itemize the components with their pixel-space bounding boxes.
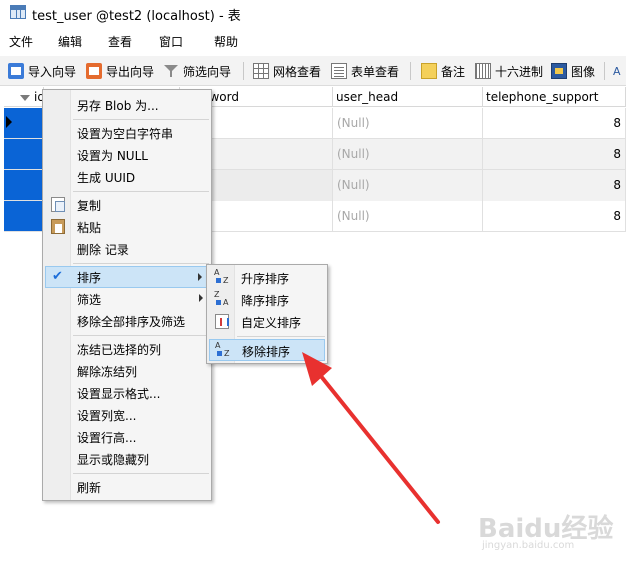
grid-view-button[interactable]: 网格查看 — [253, 61, 321, 81]
sort-caret-icon[interactable] — [20, 95, 30, 101]
form-icon — [331, 63, 347, 79]
user-head-cell[interactable]: (Null) — [333, 170, 483, 201]
row-indicator-column — [0, 108, 4, 252]
menu-separator — [73, 191, 209, 192]
form-view-button[interactable]: 表单查看 — [331, 61, 399, 81]
menu-separator — [73, 263, 209, 264]
toolbar-separator — [604, 62, 605, 80]
menu-item-sort[interactable]: ✔ 排序 — [45, 266, 209, 288]
remove-sort-icon: AZ — [215, 341, 230, 358]
menu-item-refresh[interactable]: 刷新 — [45, 476, 209, 498]
sort-ascending-icon: AZ — [214, 268, 229, 285]
baidu-watermark-url: jingyan.baidu.com — [482, 540, 575, 551]
image-button[interactable]: 图像 — [551, 61, 595, 81]
selected-cell[interactable] — [4, 139, 42, 169]
menu-separator — [73, 473, 209, 474]
hex-icon — [475, 63, 491, 79]
filter-wizard-button[interactable]: 筛选向导 — [163, 61, 231, 81]
menu-item-delete-record[interactable]: 删除 记录 — [45, 238, 209, 260]
font-icon: A — [613, 64, 621, 78]
menu-item-save-blob[interactable]: 另存 Blob 为... — [45, 94, 209, 116]
menu-edit[interactable]: 编辑 — [58, 33, 82, 50]
selected-cell[interactable] — [4, 170, 42, 200]
menu-separator — [73, 119, 209, 120]
submenu-item-custom-sort[interactable]: 自定义排序 — [209, 311, 325, 333]
export-wizard-button[interactable]: 导出向导 — [86, 61, 154, 81]
user-head-cell[interactable]: (Null) — [333, 201, 483, 232]
user-head-cell[interactable]: (Null) — [333, 139, 483, 170]
font-button[interactable]: A — [613, 61, 621, 81]
toolbar: 导入向导 导出向导 筛选向导 网格查看 表单查看 备注 十六进制 图像 A — [0, 56, 626, 86]
menu-item-set-empty-string[interactable]: 设置为空白字符串 — [45, 122, 209, 144]
image-icon — [551, 63, 567, 79]
context-menu: 另存 Blob 为... 设置为空白字符串 设置为 NULL 生成 UUID 复… — [42, 89, 212, 501]
telephone-support-cell[interactable]: 8 — [483, 139, 626, 170]
custom-sort-icon — [215, 314, 229, 329]
menu-window[interactable]: 窗口 — [159, 33, 183, 50]
menu-item-row-height[interactable]: 设置行高... — [45, 426, 209, 448]
menu-item-display-format[interactable]: 设置显示格式... — [45, 382, 209, 404]
menu-view[interactable]: 查看 — [108, 33, 132, 50]
menu-item-filter[interactable]: 筛选 — [45, 288, 209, 310]
hex-button[interactable]: 十六进制 — [475, 61, 543, 81]
export-icon — [86, 63, 102, 79]
telephone-support-cell[interactable]: 8 — [483, 201, 626, 232]
telephone-support-cell[interactable]: 8 — [483, 108, 626, 139]
menu-item-copy[interactable]: 复制 — [45, 194, 209, 216]
menu-item-generate-uuid[interactable]: 生成 UUID — [45, 166, 209, 188]
window-title: test_user @test2 (localhost) - 表 — [32, 9, 241, 24]
menu-bar: 文件 编辑 查看 窗口 帮助 — [0, 29, 626, 53]
submenu-item-sort-descending[interactable]: ZA 降序排序 — [209, 289, 325, 311]
title-bar: test_user @test2 (localhost) - 表 — [0, 0, 626, 28]
selected-cell[interactable] — [4, 201, 42, 231]
menu-separator — [237, 336, 325, 337]
paste-icon — [51, 219, 65, 234]
menu-item-paste[interactable]: 粘贴 — [45, 216, 209, 238]
grid-icon — [253, 63, 269, 79]
filter-icon — [163, 63, 179, 79]
menu-item-freeze-columns[interactable]: 冻结已选择的列 — [45, 338, 209, 360]
note-button[interactable]: 备注 — [421, 61, 465, 81]
submenu-item-sort-ascending[interactable]: AZ 升序排序 — [209, 267, 325, 289]
table-icon — [10, 5, 26, 19]
submenu-arrow-icon — [199, 294, 203, 302]
toolbar-separator — [410, 62, 411, 80]
import-wizard-button[interactable]: 导入向导 — [8, 61, 76, 81]
menu-separator — [73, 335, 209, 336]
submenu-arrow-icon — [198, 273, 202, 281]
telephone-support-cell[interactable]: 8 — [483, 170, 626, 201]
menu-file[interactable]: 文件 — [9, 33, 33, 50]
menu-help[interactable]: 帮助 — [214, 33, 238, 50]
column-header-user-head[interactable]: user_head — [333, 87, 483, 107]
column-header-telephone-support[interactable]: telephone_support — [483, 87, 626, 107]
menu-item-unfreeze-columns[interactable]: 解除冻结列 — [45, 360, 209, 382]
menu-item-show-hide-columns[interactable]: 显示或隐藏列 — [45, 448, 209, 470]
import-icon — [8, 63, 24, 79]
sort-descending-icon: ZA — [214, 290, 229, 307]
menu-item-set-null[interactable]: 设置为 NULL — [45, 144, 209, 166]
menu-item-column-width[interactable]: 设置列宽... — [45, 404, 209, 426]
menu-item-remove-all-sort-filter[interactable]: 移除全部排序及筛选 — [45, 310, 209, 332]
checkmark-icon: ✔ — [52, 269, 63, 284]
note-icon — [421, 63, 437, 79]
copy-icon — [51, 197, 65, 212]
toolbar-separator — [243, 62, 244, 80]
annotation-arrow-icon — [302, 352, 440, 524]
user-head-cell[interactable]: (Null) — [333, 108, 483, 139]
current-row-arrow-icon — [6, 116, 12, 128]
